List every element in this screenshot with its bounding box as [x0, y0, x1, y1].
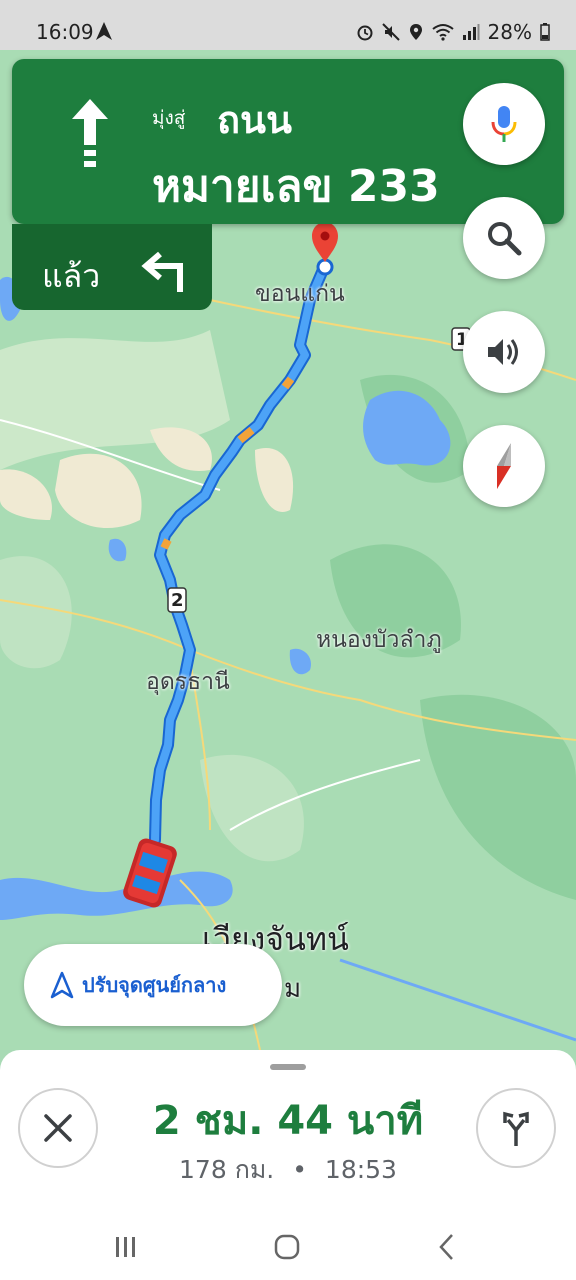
sheet-handle[interactable]	[270, 1064, 306, 1070]
mic-button[interactable]	[463, 83, 545, 165]
alternate-routes-button[interactable]	[476, 1088, 556, 1168]
signal-icon	[462, 24, 480, 40]
road-name-line2: หมายเลข 233	[152, 161, 440, 212]
alt-route-icon	[503, 1111, 529, 1146]
status-bar: 16:09 28%	[0, 0, 576, 50]
volume-icon	[488, 339, 518, 365]
separator: •	[292, 1155, 307, 1184]
recenter-label: ปรับจุดศูนย์กลาง	[82, 973, 227, 997]
then-instruction[interactable]: แล้ว	[12, 224, 212, 310]
status-time: 16:09	[36, 20, 94, 44]
search-icon	[488, 222, 522, 256]
recenter-button[interactable]: ปรับจุดศูนย์กลาง	[24, 944, 282, 1026]
location-icon	[409, 24, 422, 40]
map-label-udon-thani: อุดรธานี	[146, 669, 230, 695]
status-icons: 28%	[356, 20, 550, 44]
route-shield-2: 2	[171, 590, 184, 611]
mute-icon	[381, 23, 400, 41]
system-nav-bar	[0, 1215, 576, 1280]
search-button[interactable]	[463, 197, 545, 279]
then-label: แล้ว	[42, 257, 101, 295]
back-icon[interactable]	[432, 1231, 464, 1263]
trip-distance: 178 กม.	[179, 1155, 275, 1184]
sound-button[interactable]	[463, 311, 545, 393]
mic-icon	[491, 106, 517, 142]
battery-icon	[540, 23, 550, 41]
map-label-khon-kaen: ขอนแก่น	[255, 281, 345, 307]
turn-left-icon	[141, 251, 183, 292]
navigation-icon	[96, 22, 112, 40]
toward-label: มุ่งสู่	[152, 107, 186, 129]
navigation-arrow-icon	[50, 971, 74, 999]
map-label-nong-bua: หนองบัวลำภู	[316, 627, 442, 653]
battery-percent: 28%	[487, 20, 532, 44]
compass-icon	[497, 443, 511, 489]
recent-apps-icon[interactable]	[110, 1231, 142, 1263]
straight-arrow-icon	[72, 99, 108, 167]
trip-info-sheet[interactable]: 2 ชม. 44 นาที 178 กม. • 18:53	[0, 1050, 576, 1215]
road-name-line1: ถนน	[217, 98, 292, 142]
arrival-time: 18:53	[324, 1155, 397, 1184]
map-label-vientiane-suffix: ม	[284, 974, 302, 1004]
wifi-icon	[431, 24, 454, 41]
alarm-icon	[357, 25, 373, 41]
home-icon[interactable]	[271, 1231, 303, 1263]
compass-button[interactable]	[463, 425, 545, 507]
